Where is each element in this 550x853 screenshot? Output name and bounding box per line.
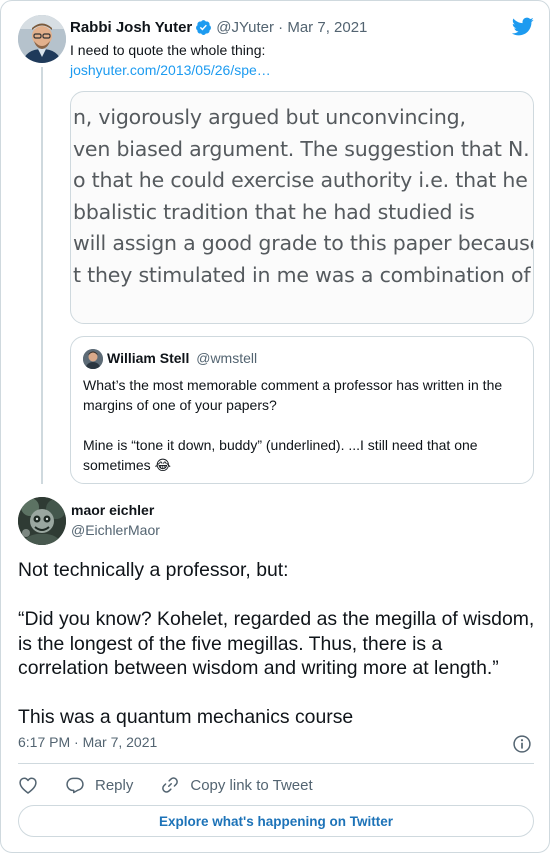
quoted-author-name: William Stell — [107, 350, 190, 366]
like-button[interactable] — [18, 775, 38, 795]
reply-label: Reply — [95, 776, 134, 794]
quoted-tweet[interactable]: William Stell @wmstell What’s the most m… — [70, 336, 534, 484]
quoted-author-handle: @wmstell — [196, 350, 258, 366]
image-text-line: bbalistic tradition that he had studied … — [73, 199, 475, 224]
twitter-logo-icon[interactable] — [511, 15, 534, 38]
quoted-tweet-header: William Stell @wmstell — [107, 350, 257, 366]
reply-button[interactable]: Reply — [65, 775, 133, 795]
copy-link-button[interactable]: Copy link to Tweet — [160, 775, 313, 795]
image-text-line: o that he could exercise authority i.e. … — [73, 168, 528, 192]
parent-tweet-header: Rabbi Josh Yuter @JYuter · Mar 7, 2021 — [70, 17, 367, 37]
parent-tweet-link[interactable]: joshyuter.com/2013/05/26/spe… — [70, 61, 271, 80]
parent-tweet-text: I need to quote the whole thing: — [70, 42, 266, 58]
image-text-line: t they stimulated in me was a combinatio… — [73, 262, 531, 287]
explore-twitter-button[interactable]: Explore what's happening on Twitter — [18, 805, 534, 837]
heart-icon — [19, 777, 37, 794]
avatar-josh-yuter[interactable] — [18, 15, 66, 63]
main-author-name[interactable]: maor eichler — [71, 502, 154, 518]
main-tweet-text: Not technically a professor, but: “Did y… — [18, 558, 538, 730]
main-author-handle[interactable]: @EichlerMaor — [71, 522, 160, 538]
author-handle-date[interactable]: @JYuter · Mar 7, 2021 — [216, 19, 367, 36]
tweet-image-screenshot[interactable]: n, vigorously argued but unconvincing, v… — [70, 91, 534, 324]
tweet-timestamp[interactable]: 6:17 PM · Mar 7, 2021 — [18, 734, 157, 750]
copy-link-label: Copy link to Tweet — [190, 776, 313, 794]
info-icon[interactable] — [512, 734, 532, 754]
author-name[interactable]: Rabbi Josh Yuter — [70, 19, 192, 36]
avatar-william-stell — [83, 349, 103, 369]
main-paragraph: Not technically a professor, but: — [18, 559, 289, 581]
quoted-paragraph: Mine is “tone it down, buddy” (underline… — [83, 437, 478, 473]
main-paragraph: “Did you know? Kohelet, regarded as the … — [18, 608, 535, 679]
image-text-line: n, vigorously argued but unconvincing, — [73, 105, 466, 129]
link-icon — [162, 777, 179, 793]
quoted-paragraph: What’s the most memorable comment a prof… — [83, 377, 503, 413]
image-text-line: ven biased argument. The suggestion that… — [73, 136, 530, 161]
main-paragraph: This was a quantum mechanics course — [18, 706, 354, 728]
embedded-tweet-card: Rabbi Josh Yuter @JYuter · Mar 7, 2021 I… — [0, 0, 550, 853]
image-text-lines: n, vigorously argued but unconvincing, v… — [73, 102, 533, 291]
avatar-maor-eichler[interactable] — [18, 497, 66, 545]
reply-icon — [66, 777, 84, 794]
quoted-tweet-text: What’s the most memorable comment a prof… — [83, 375, 523, 475]
thread-connector-line — [41, 67, 43, 484]
tweet-actions: Reply Copy link to Tweet — [18, 773, 340, 797]
divider — [18, 763, 534, 764]
verified-badge-icon — [196, 19, 212, 35]
image-text-line: will assign a good grade to this paper b… — [73, 231, 534, 255]
